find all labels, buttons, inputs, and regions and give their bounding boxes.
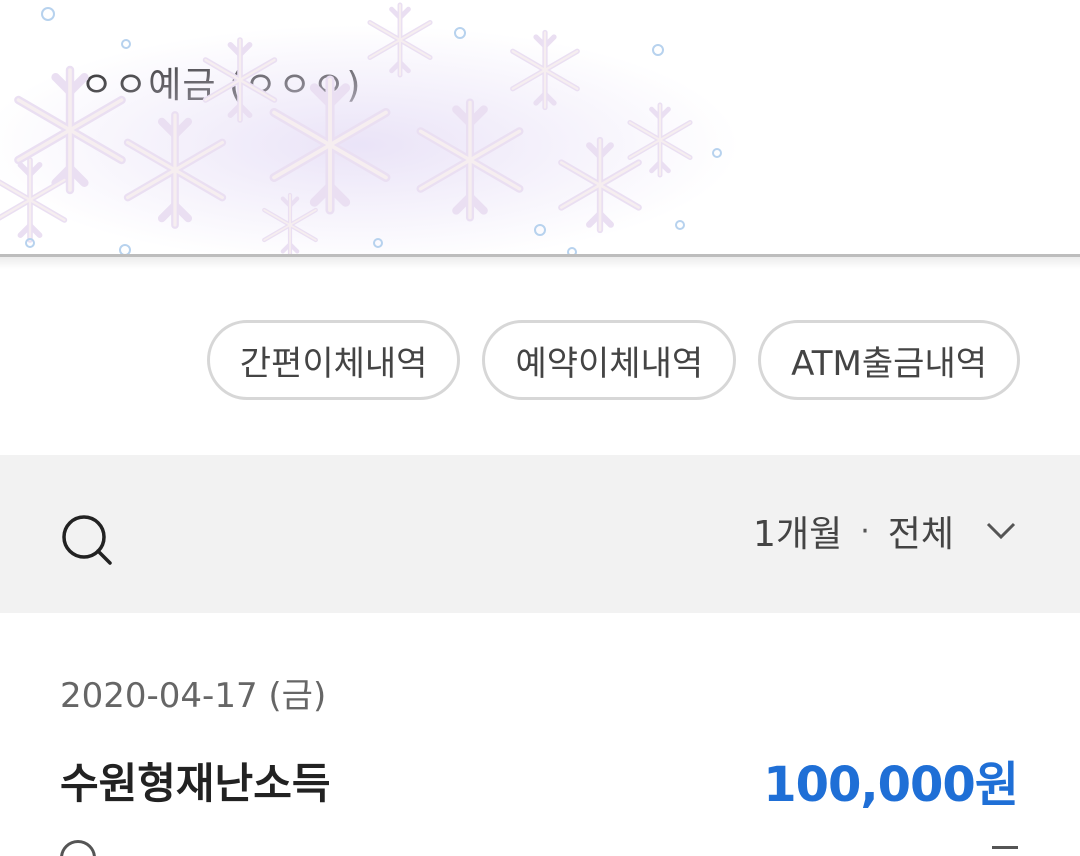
next-row-partial-icon: [60, 840, 96, 856]
header-shadow: [0, 257, 1080, 269]
transaction-history-screen: ㅇㅇ예금 (ㅇㅇㅇ) 간편이체내역 예약이체내역 ATM출금내역 1개월 · 전…: [0, 0, 1080, 856]
period-label: 1개월: [753, 514, 843, 555]
chip-scheduled-transfer-history[interactable]: 예약이체내역: [482, 320, 737, 400]
period-filter-dropdown[interactable]: 1개월 · 전체: [753, 505, 1018, 557]
filter-separator: ·: [860, 513, 870, 549]
transaction-row[interactable]: 수원형재난소득 100,000원: [60, 748, 1019, 813]
history-type-chips: 간편이체내역 예약이체내역 ATM출금내역: [206, 320, 1020, 400]
search-icon[interactable]: [60, 513, 114, 567]
transaction-amount: 100,000원: [763, 757, 1019, 813]
transaction-date-header: 2020-04-17 (금): [60, 676, 327, 716]
snowflake-decoration: [0, 0, 740, 265]
chip-atm-withdrawal-history[interactable]: ATM출금내역: [758, 320, 1020, 400]
chip-simple-transfer-history[interactable]: 간편이체내역: [206, 320, 461, 400]
chevron-down-icon: [986, 522, 1016, 540]
account-name: ㅇㅇ예금 (ㅇㅇㅇ): [80, 65, 362, 106]
type-label: 전체: [887, 514, 954, 555]
account-header: ㅇㅇ예금 (ㅇㅇㅇ): [0, 0, 1080, 269]
next-row-partial-text: [992, 846, 1018, 856]
transaction-name: 수원형재난소득: [60, 758, 331, 808]
